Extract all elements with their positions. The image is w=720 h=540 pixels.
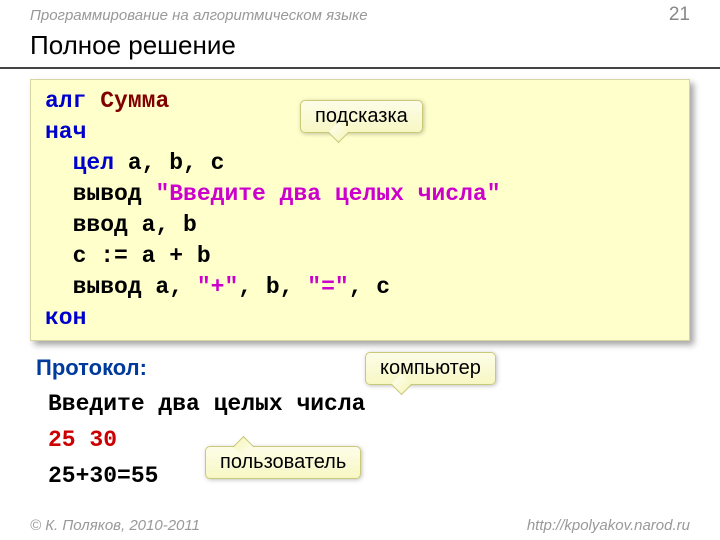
protocol-line: 25+30=55: [48, 459, 690, 495]
callout-computer: компьютер: [365, 352, 496, 385]
callout-hint: подсказка: [300, 100, 423, 133]
code-line: c := a + b: [45, 241, 675, 272]
callout-user: пользователь: [205, 446, 361, 479]
page-title: Полное решение: [0, 28, 720, 67]
code-line: ввод a, b: [45, 210, 675, 241]
code-line: вывод a, "+", b, "=", c: [45, 272, 675, 303]
code-line: цел a, b, c: [45, 148, 675, 179]
protocol-label: Протокол:: [36, 355, 690, 381]
code-line: вывод "Введите два целых числа": [45, 179, 675, 210]
footer-url: http://kpolyakov.narod.ru: [527, 517, 690, 534]
slide-footer: © К. Поляков, 2010-2011 http://kpolyakov…: [0, 513, 720, 540]
copyright: © К. Поляков, 2010-2011: [30, 517, 200, 534]
course-name: Программирование на алгоритмическом язык…: [30, 7, 368, 24]
protocol-output: Введите два целых числа 25 30 25+30=55: [48, 387, 690, 494]
code-line: кон: [45, 303, 675, 334]
protocol-line: Введите два целых числа: [48, 387, 690, 423]
protocol-line-user: 25 30: [48, 423, 690, 459]
page-number: 21: [669, 4, 690, 26]
slide-header: Программирование на алгоритмическом язык…: [0, 0, 720, 28]
